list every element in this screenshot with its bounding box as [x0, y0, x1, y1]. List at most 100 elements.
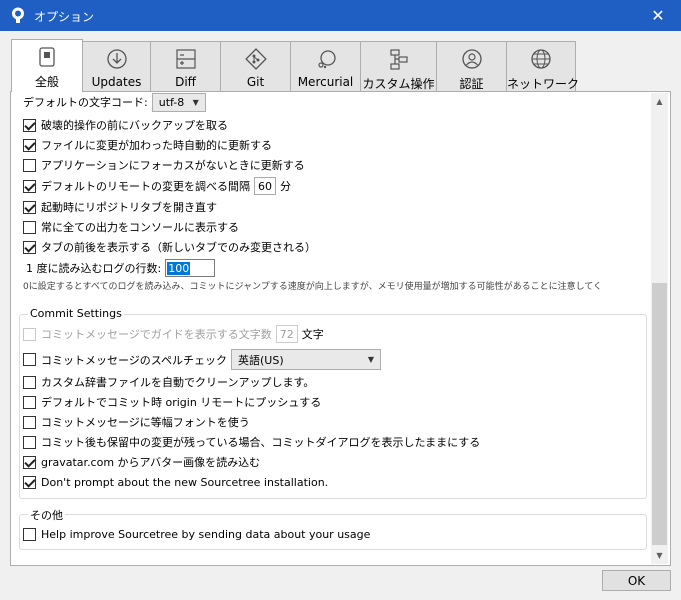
option-remote-interval-row[interactable]: デフォルトのリモートの変更を調べる間隔 60 分 [23, 177, 291, 195]
option-label: コミット後も保留中の変更が残っている場合、コミットダイアログを表示したままにする [41, 436, 481, 449]
commit-guide-checkbox [23, 327, 36, 341]
commit-option-row[interactable]: gravatar.com からアバター画像を読み込む [23, 453, 260, 471]
option-backup-row[interactable]: 破壊的操作の前にバックアップを取る [23, 116, 228, 134]
tab-mercurial[interactable]: Mercurial [290, 41, 361, 92]
refresh-unfocused-checkbox[interactable] [23, 158, 36, 172]
tab-custom-actions[interactable]: カスタム操作 [360, 41, 437, 92]
mercurial-icon [317, 50, 336, 69]
tab-authentication[interactable]: 認証 [436, 41, 507, 92]
options-panel: デフォルトの文字コード: utf-8 ▼ 破壊的操作の前にバックアップを取る フ… [10, 91, 671, 566]
tab-label: カスタム操作 [362, 77, 435, 91]
tab-general[interactable]: 全般 [11, 39, 83, 92]
git-icon [244, 48, 267, 70]
tab-label: ネットワーク [507, 77, 580, 91]
download-circle-icon [106, 49, 127, 69]
commit-option-row[interactable]: コミット後も保留中の変更が残っている場合、コミットダイアログを表示したままにする [23, 433, 480, 451]
spellcheck-language-select[interactable]: 英語(US) ▼ [231, 349, 382, 370]
keep-dialog-open-checkbox[interactable] [23, 435, 36, 449]
option-label: アプリケーションにフォーカスがないときに更新する [41, 159, 305, 172]
spellcheck-label: コミットメッセージのスペルチェック [41, 353, 228, 367]
option-label: 常に全ての出力をコンソールに表示する [41, 221, 239, 234]
option-label: Don't prompt about the new Sourcetree in… [41, 475, 329, 489]
usage-data-row[interactable]: Help improve Sourcetree by sending data … [23, 525, 370, 543]
remote-interval-unit: 分 [280, 180, 291, 193]
spellcheck-checkbox[interactable] [23, 353, 36, 366]
option-label: タブの前後を表示する（新しいタブでのみ変更される） [41, 241, 316, 254]
spellcheck-row: コミットメッセージのスペルチェック 英語(US) ▼ [23, 349, 382, 370]
chevron-down-icon: ▼ [367, 355, 375, 364]
option-console-output-row[interactable]: 常に全ての出力をコンソールに表示する [23, 218, 239, 236]
commit-guide-input: 72 [275, 325, 298, 343]
log-count-row: 1 度に読み込むログの行数: 100 [26, 259, 216, 277]
encoding-row: デフォルトの文字コード: utf-8 ▼ [23, 92, 206, 112]
window-title: オプション [34, 10, 95, 24]
tab-updates[interactable]: Updates [82, 41, 151, 92]
option-label: 起動時にリポジトリタブを開き直す [41, 201, 217, 214]
close-button[interactable]: ✕ [635, 0, 681, 31]
tab-label: Diff [175, 75, 196, 89]
no-install-prompt-checkbox[interactable] [23, 475, 36, 489]
log-count-label: 1 度に読み込むログの行数: [26, 262, 162, 275]
switch-icon [39, 47, 55, 67]
option-label: ファイルに変更が加わった時自動的に更新する [41, 139, 272, 152]
tab-label: Git [246, 75, 265, 89]
usage-data-checkbox[interactable] [23, 527, 36, 541]
option-label: Help improve Sourcetree by sending data … [41, 527, 371, 541]
scroll-up-icon[interactable]: ▲ [651, 93, 668, 110]
ok-button[interactable]: OK [602, 570, 671, 591]
title-bar: オプション ✕ [0, 0, 681, 31]
commit-option-row[interactable]: コミットメッセージに等幅フォントを使う [23, 413, 250, 431]
commit-guide-unit: 文字 [301, 328, 324, 341]
tab-label: Updates [91, 75, 142, 89]
option-refresh-unfocused-row[interactable]: アプリケーションにフォーカスがないときに更新する [23, 156, 305, 174]
console-output-checkbox[interactable] [23, 220, 36, 234]
scrollbar-thumb[interactable] [652, 283, 667, 545]
option-reopen-tabs-row[interactable]: 起動時にリポジトリタブを開き直す [23, 198, 217, 216]
monospace-font-checkbox[interactable] [23, 415, 36, 429]
globe-icon [531, 49, 551, 69]
option-label: コミットメッセージに等幅フォントを使う [41, 416, 250, 429]
tab-arrows-checkbox[interactable] [23, 240, 36, 254]
log-count-value: 100 [167, 261, 191, 275]
cleanup-dictionary-checkbox[interactable] [23, 375, 36, 389]
backup-checkbox[interactable] [23, 118, 36, 132]
log-count-input[interactable]: 100 [165, 259, 216, 277]
remote-interval-input[interactable]: 60 [254, 177, 276, 195]
scroll-down-icon[interactable]: ▼ [651, 547, 668, 564]
option-label: デフォルトのリモートの変更を調べる間隔 [41, 180, 250, 193]
user-icon [461, 49, 482, 69]
autorefresh-checkbox[interactable] [23, 138, 36, 152]
tab-diff[interactable]: Diff [150, 41, 221, 92]
option-label: 破壊的操作の前にバックアップを取る [41, 119, 228, 132]
option-tab-arrows-row[interactable]: タブの前後を表示する（新しいタブでのみ変更される） [23, 238, 316, 256]
tab-git[interactable]: Git [220, 41, 291, 92]
tab-network[interactable]: ネットワーク [506, 41, 580, 92]
option-label: デフォルトでコミット時 origin リモートにプッシュする [41, 396, 322, 409]
tab-bar: 全般 Updates Diff Git Mercurial カスタム操作 認証 … [11, 39, 580, 92]
tab-label: 全般 [34, 75, 59, 89]
commit-option-row[interactable]: カスタム辞書ファイルを自動でクリーンアップします。 [23, 373, 314, 391]
commit-guide-row: コミットメッセージでガイドを表示する文字数 72 文字 [23, 325, 324, 343]
commit-option-row[interactable]: Don't prompt about the new Sourcetree in… [23, 473, 328, 491]
encoding-select[interactable]: utf-8 ▼ [151, 92, 206, 112]
remote-interval-checkbox[interactable] [23, 179, 36, 193]
commit-guide-label: コミットメッセージでガイドを表示する文字数 [41, 328, 272, 341]
encoding-label: デフォルトの文字コード: [23, 96, 148, 109]
scroll-area: デフォルトの文字コード: utf-8 ▼ 破壊的操作の前にバックアップを取る フ… [11, 92, 651, 565]
other-title: その他 [28, 507, 65, 523]
commit-settings-title: Commit Settings [28, 307, 124, 320]
spellcheck-language-value: 英語(US) [238, 353, 284, 367]
option-label: カスタム辞書ファイルを自動でクリーンアップします。 [41, 376, 315, 389]
sourcetree-logo-icon [12, 7, 24, 23]
vertical-scrollbar[interactable]: ▲ ▼ [651, 93, 668, 564]
push-origin-checkbox[interactable] [23, 395, 36, 409]
encoding-value: utf-8 [158, 95, 185, 109]
option-label: gravatar.com からアバター画像を読み込む [41, 456, 261, 469]
reopen-tabs-checkbox[interactable] [23, 200, 36, 214]
log-count-note: 0に設定するとすべてのログを読み込み、コミットにジャンプする速度が向上しますが、… [23, 282, 603, 292]
custom-actions-icon [389, 49, 408, 70]
tab-label: 認証 [459, 77, 484, 91]
gravatar-checkbox[interactable] [23, 455, 36, 469]
commit-option-row[interactable]: デフォルトでコミット時 origin リモートにプッシュする [23, 393, 321, 411]
option-autorefresh-row[interactable]: ファイルに変更が加わった時自動的に更新する [23, 136, 272, 154]
